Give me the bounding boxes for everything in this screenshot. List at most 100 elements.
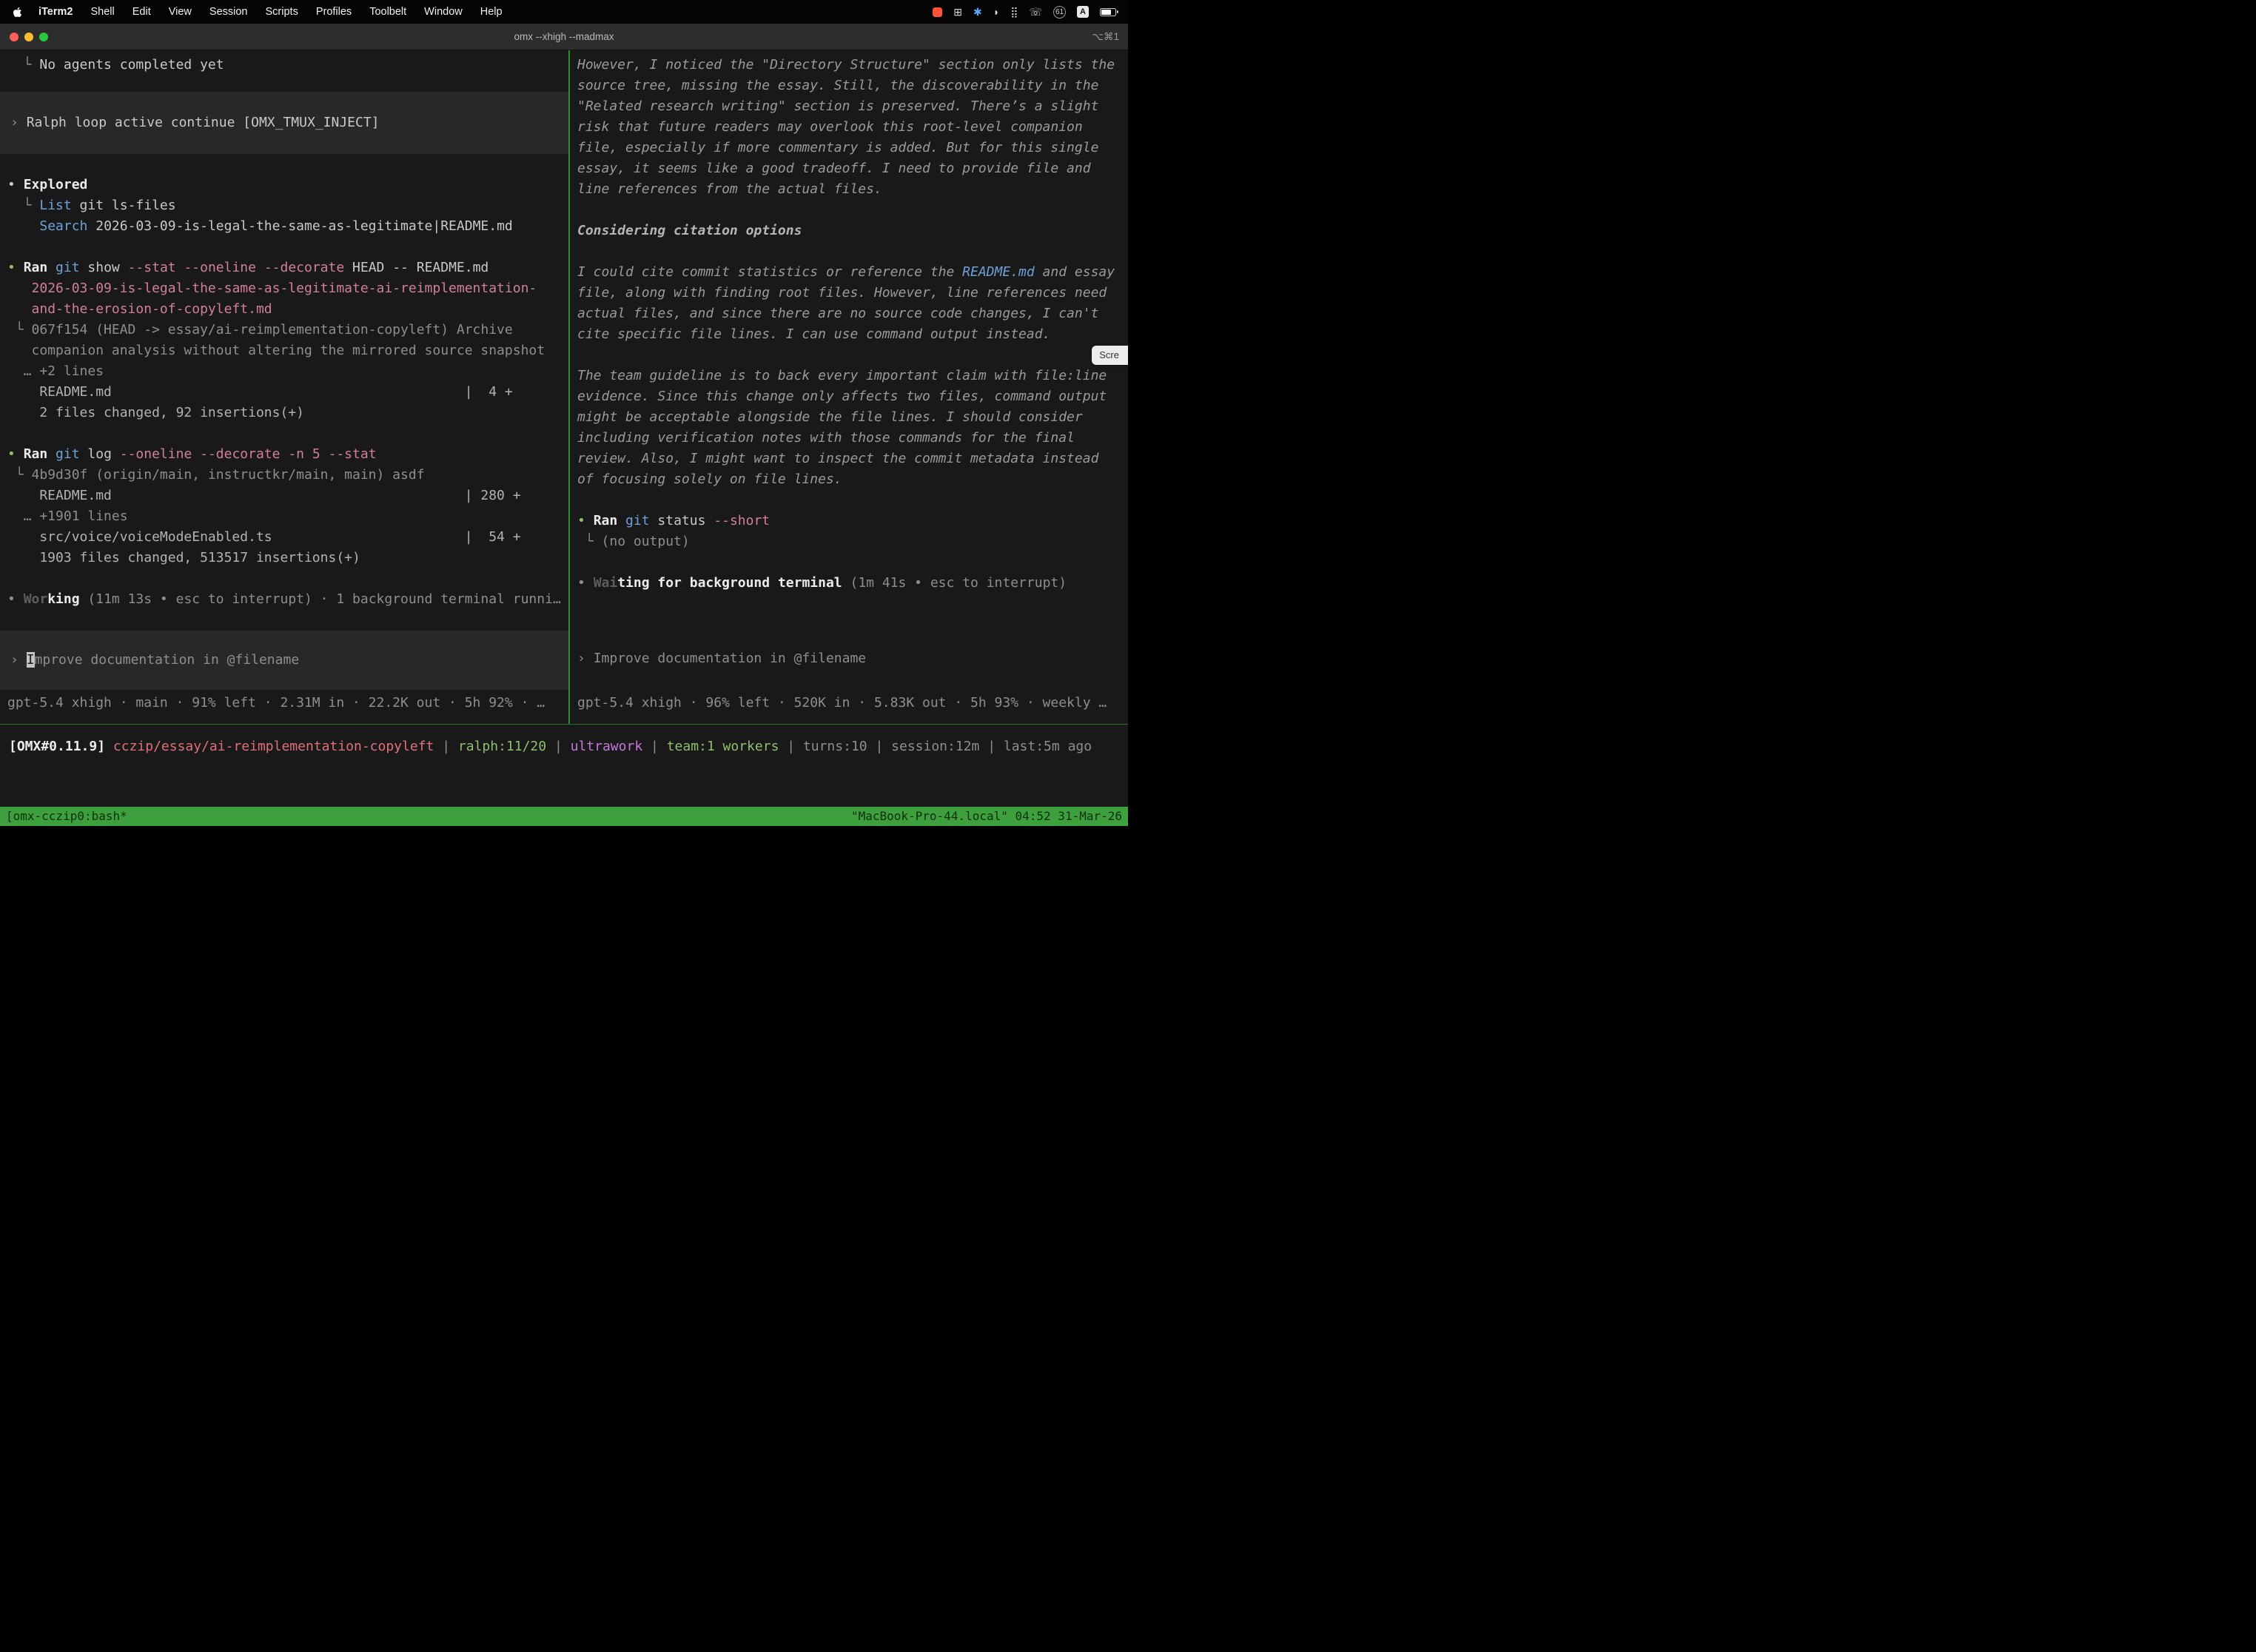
- window-controls: [10, 24, 48, 50]
- text-segment: 2 files changed, 92 insertions(+): [7, 405, 304, 420]
- close-window-button[interactable]: [10, 33, 19, 41]
- text-segment: •: [577, 513, 594, 528]
- blank-line: [7, 237, 561, 258]
- text-segment: --oneline --decorate -n 5 --stat: [120, 446, 377, 462]
- menu-item-shell[interactable]: Shell: [90, 6, 114, 18]
- terminal-line: … +1901 lines: [7, 506, 561, 527]
- text-segment: [7, 301, 32, 317]
- terminal-line: README.md | 4 +: [7, 382, 561, 403]
- right-prompt-input[interactable]: › Improve documentation in @filename: [577, 648, 1121, 669]
- text-segment: [47, 260, 56, 275]
- text-segment: |: [546, 739, 571, 754]
- text-segment: Wor: [24, 591, 48, 607]
- apple-icon[interactable]: [12, 6, 24, 18]
- notice-box: › Ralph loop active continue [OMX_TMUX_I…: [0, 92, 568, 154]
- text-segment: Wai: [594, 575, 618, 591]
- text-segment: Search: [39, 218, 87, 234]
- phone-icon[interactable]: ☏: [1029, 7, 1042, 17]
- text-segment: git: [56, 446, 80, 462]
- text-segment: 067f154 (HEAD -> essay/ai-reimplementati…: [32, 322, 513, 338]
- text-segment: Improve documentation in @filename: [594, 651, 866, 666]
- menu-item-scripts[interactable]: Scripts: [266, 6, 298, 18]
- text-segment: The team guideline is to back every impo…: [577, 368, 1115, 487]
- text-segment: log: [80, 446, 120, 462]
- half-circle-app-icon[interactable]: ◗: [993, 7, 999, 17]
- tmux-status-bar: [omx-cczip0:bash* "MacBook-Pro-44.local"…: [0, 807, 1128, 826]
- minimize-window-button[interactable]: [24, 33, 33, 41]
- text-segment: src/voice/voiceModeEnabled.ts | 54 +: [7, 529, 521, 545]
- text-segment: [7, 281, 32, 296]
- input-source-icon[interactable]: A: [1077, 6, 1089, 18]
- text-segment: status: [650, 513, 714, 528]
- screen-recording-indicator-icon[interactable]: [933, 7, 942, 17]
- left-agent-pane[interactable]: └ No agents completed yet › Ralph loop ac…: [0, 50, 568, 724]
- text-segment: --stat --oneline --decorate: [128, 260, 345, 275]
- text-segment: session:12m: [891, 739, 979, 754]
- blank-line: [577, 552, 1121, 573]
- text-segment: [105, 739, 113, 754]
- terminal-line: └ 4b9d30f (origin/main, instructkr/main,…: [7, 465, 561, 486]
- terminal-line: • Ran git log --oneline --decorate -n 5 …: [7, 444, 561, 465]
- text-segment: [7, 218, 39, 234]
- terminal-line: • Explored: [7, 175, 561, 195]
- menubar-items: Shell Edit View Session Scripts Profiles Toolb…: [90, 6, 502, 18]
- text-segment: [617, 513, 625, 528]
- terminal: └ No agents completed yet › Ralph loop ac…: [0, 50, 1128, 826]
- spinner-app-icon[interactable]: ✱: [973, 7, 982, 17]
- terminal-line: • Working (11m 13s • esc to interrupt) ·…: [7, 589, 561, 610]
- screen: iTerm2 Shell Edit View Session Scripts Profil…: [0, 0, 1128, 826]
- screen-edge-button[interactable]: Scre: [1092, 346, 1128, 365]
- menubar-app-name[interactable]: iTerm2: [38, 6, 73, 18]
- terminal-line: companion analysis without altering the …: [7, 340, 561, 361]
- text-segment: [OMX#0.11.9]: [9, 739, 105, 754]
- text-segment: README.md | 4 +: [7, 384, 513, 400]
- text-segment: However, I noticed the "Directory Struct…: [577, 57, 1123, 197]
- menu-item-view[interactable]: View: [169, 6, 192, 18]
- terminal-line: Search 2026-03-09-is-legal-the-same-as-l…: [7, 216, 561, 237]
- macos-menubar: iTerm2 Shell Edit View Session Scripts Profil…: [0, 0, 1128, 24]
- menu-item-edit[interactable]: Edit: [132, 6, 151, 18]
- text-segment: I: [27, 652, 35, 668]
- text-segment: └: [7, 322, 32, 338]
- menu-item-toolbelt[interactable]: Toolbelt: [369, 6, 406, 18]
- text-segment: 4b9d30f (origin/main, instructkr/main, m…: [32, 467, 425, 483]
- text-segment: turns:10: [803, 739, 867, 754]
- right-agent-pane[interactable]: However, I noticed the "Directory Struct…: [570, 50, 1128, 724]
- window-titlebar: omx --xhigh --madmax ⌥⌘1: [0, 24, 1128, 50]
- terminal-line: src/voice/voiceModeEnabled.ts | 54 +: [7, 527, 561, 548]
- menu-item-profiles[interactable]: Profiles: [316, 6, 352, 18]
- text-segment: (1m 41s • esc to interrupt): [842, 575, 1067, 591]
- menu-item-window[interactable]: Window: [424, 6, 463, 18]
- text-segment: HEAD -- README.md: [344, 260, 489, 275]
- left-prompt-input[interactable]: › Improve documentation in @filename: [0, 631, 568, 690]
- text-segment: └: [577, 534, 602, 549]
- terminal-line: 2 files changed, 92 insertions(+): [7, 403, 561, 423]
- text-segment: git: [56, 260, 80, 275]
- terminal-line: • Ran git status --short: [577, 511, 1121, 531]
- terminal-line: • Ran git show --stat --oneline --decora…: [7, 258, 561, 278]
- text-segment: •: [7, 177, 24, 192]
- text-segment: •: [7, 591, 24, 607]
- text-segment: king: [47, 591, 79, 607]
- thinking-paragraph: The team guideline is to back every impo…: [577, 366, 1121, 490]
- terminal-line: • Waiting for background terminal (1m 41…: [577, 573, 1121, 594]
- terminal-line: └ No agents completed yet: [7, 55, 561, 75]
- menu-item-session[interactable]: Session: [209, 6, 248, 18]
- zoom-window-button[interactable]: [39, 33, 48, 41]
- battery-percent-badge[interactable]: 61: [1053, 6, 1066, 19]
- battery-icon[interactable]: [1100, 8, 1116, 16]
- left-pane-status-line: gpt-5.4 xhigh · main · 91% left · 2.31M …: [7, 693, 561, 713]
- menu-item-help[interactable]: Help: [480, 6, 503, 18]
- text-segment: Considering citation options: [577, 223, 802, 238]
- window-grid-icon[interactable]: ⊞: [953, 7, 962, 17]
- dots-grid-icon[interactable]: ⣿: [1010, 7, 1018, 17]
- text-segment: README.md: [962, 264, 1035, 280]
- text-segment: |: [779, 739, 803, 754]
- terminal-line: └ 067f154 (HEAD -> essay/ai-reimplementa…: [7, 320, 561, 340]
- text-segment: |: [867, 739, 892, 754]
- thinking-paragraph: I could cite commit statistics or refere…: [577, 262, 1121, 345]
- text-segment: |: [434, 739, 458, 754]
- tmux-session-window: [omx-cczip0:bash*: [6, 807, 127, 826]
- text-segment: ›: [577, 651, 594, 666]
- text-segment: |: [642, 739, 667, 754]
